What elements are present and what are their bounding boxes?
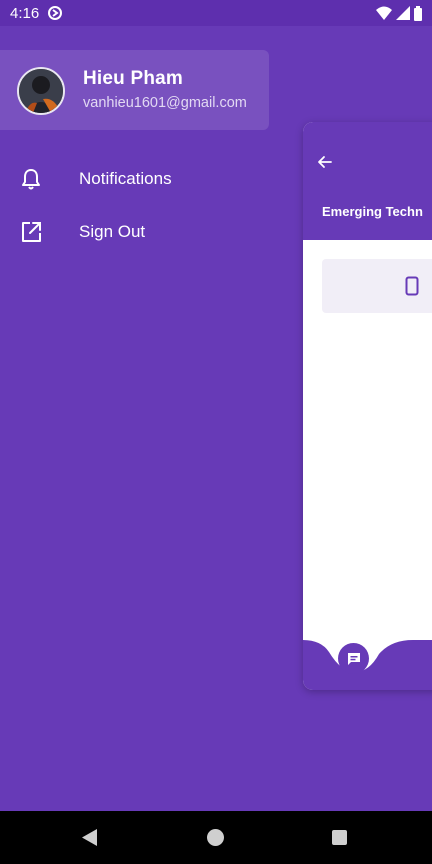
- status-icons: [376, 5, 422, 21]
- profile-email: vanhieu1601@gmail.com: [83, 95, 247, 111]
- chat-icon[interactable]: [338, 643, 369, 674]
- menu-item-label: Notifications: [79, 169, 172, 188]
- preview-title: Emerging Techn: [322, 204, 423, 219]
- menu-item-sign-out[interactable]: Sign Out: [0, 210, 269, 254]
- preview-tile[interactable]: [322, 259, 432, 313]
- profile-name: Hieu Pham: [83, 68, 183, 89]
- sync-icon: [47, 5, 63, 21]
- arrow-back-icon[interactable]: [317, 154, 333, 170]
- wifi-icon: [376, 6, 392, 20]
- app-preview-card[interactable]: Emerging Techn: [303, 122, 432, 690]
- status-time: 4:16: [10, 4, 40, 22]
- status-bar: 4:16: [0, 0, 432, 26]
- back-icon[interactable]: [81, 828, 98, 852]
- open-external-icon: [19, 220, 43, 244]
- recents-icon[interactable]: [332, 830, 347, 845]
- menu-item-label: Sign Out: [79, 222, 146, 241]
- avatar[interactable]: [17, 67, 65, 115]
- navigation-bar: [0, 811, 432, 864]
- home-icon[interactable]: [207, 829, 224, 846]
- profile-header[interactable]: Hieu Pham vanhieu1601@gmail.com: [0, 50, 269, 130]
- menu-item-notifications[interactable]: Notifications: [0, 157, 269, 201]
- bell-icon: [19, 167, 43, 191]
- signal-icon: [396, 6, 410, 20]
- battery-icon: [414, 5, 422, 21]
- phone-icon: [405, 276, 419, 296]
- preview-header: Emerging Techn: [303, 122, 432, 240]
